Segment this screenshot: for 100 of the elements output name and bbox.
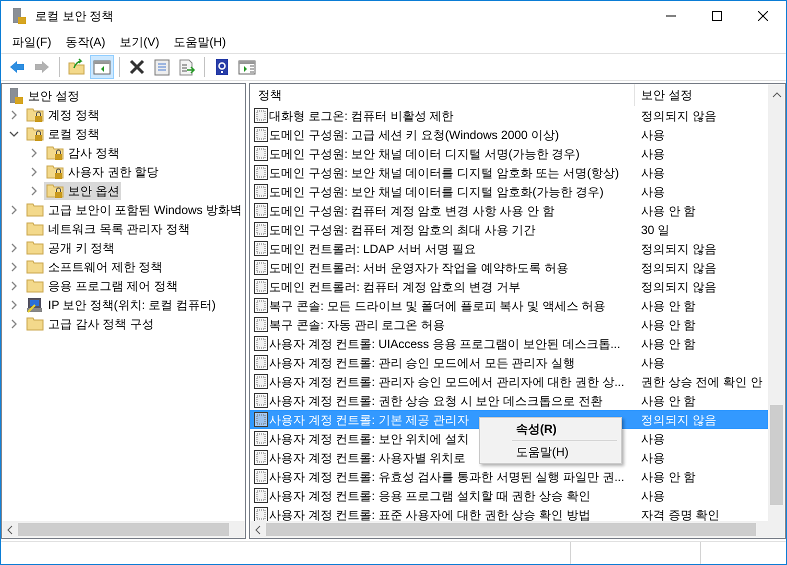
policy-name[interactable]: 도메인 컨트롤러: 서버 운영자가 작업을 예약하도록 허용 [269,258,568,276]
tree-item[interactable]: 고급 감사 정책 구성 [24,314,156,332]
menu-item[interactable]: 도움말(H) [166,31,233,53]
setting-value: 사용 [640,146,665,162]
delete-icon [128,58,146,76]
vertical-scrollbar[interactable] [768,84,785,521]
menu-item[interactable]: 도움말(H) [480,443,621,461]
policy-icon [254,469,268,484]
tree-item[interactable]: 감사 정책 [44,144,122,162]
setting-value: 사용 안 함 [640,392,696,410]
policy-icon [254,279,268,294]
menu-item[interactable]: 보기(V) [112,31,166,53]
setting-value: 사용 [640,126,665,144]
policy-icon [254,203,268,218]
policy-name[interactable]: 사용자 계정 컨트롤: 권한 상승 요청 시 보안 데스크톱으로 전환 [269,392,602,410]
policy-name[interactable]: 도메인 구성원: 컴퓨터 계정 암호 변경 사항 사용 안 함 [269,202,554,220]
policy-name[interactable]: 대화형 로그온: 컴퓨터 비활성 제한 [269,106,454,124]
policy-name[interactable]: 사용자 계정 컨트롤: 응용 프로그램 설치할 때 권한 상승 확인 [269,486,590,504]
setting-value: 사용 [640,164,665,182]
policy-icon [254,412,268,427]
setting-value: 사용 [640,430,665,448]
setting-value: 정의되지 않음 [640,278,716,296]
policy-name[interactable]: 사용자 계정 컨트롤: 사용자별 위치로 [269,448,466,466]
tree-item[interactable]: 고급 보안이 포함된 Windows 방화벽 [24,200,244,218]
scroll-thumb[interactable] [266,523,756,536]
tree-item[interactable]: 보안 옵션 [44,182,122,200]
forward-arrow-icon [33,58,51,76]
policy-name[interactable]: 사용자 계정 컨트롤: 관리자 승인 모드에서 관리자에 대한 권한 상... [269,372,624,390]
policy-name[interactable]: 사용자 계정 컨트롤: UIAccess 응용 프로그램이 보안된 데스크톱... [269,334,620,352]
policy-name[interactable]: 도메인 컨트롤러: 컴퓨터 계정 암호의 변경 거부 [269,278,520,296]
scroll-thumb[interactable] [770,405,783,505]
locked-folder-icon [26,107,44,122]
setting-value: 사용 안 함 [640,316,696,334]
tree-item[interactable]: 응용 프로그램 제어 정책 [24,276,180,294]
policy-name[interactable]: 복구 콘솔: 모든 드라이브 및 폴더에 플로피 복사 및 액세스 허용 [269,296,606,314]
console-tree-button[interactable] [90,55,114,79]
policy-icon [254,450,268,465]
tree-item[interactable]: IP 보안 정책(위치: 로컬 컴퓨터) [24,296,218,314]
policy-name[interactable]: 도메인 구성원: 보안 채널 데이터를 디지털 암호화 또는 서명(항상) [269,164,619,182]
policy-name[interactable]: 도메인 구성원: 보안 채널 데이터를 디지털 암호화(가능한 경우) [269,182,604,200]
policy-icon [254,260,268,275]
setting-value: 정의되지 않음 [640,240,716,258]
policy-icon [254,507,268,521]
policy-name[interactable]: 사용자 계정 컨트롤: 유효성 검사를 통과한 서명된 실행 파일만 권... [269,468,624,486]
policy-icon [254,241,268,256]
tree-item[interactable]: 소프트웨어 제한 정책 [24,258,165,276]
window-title: 로컬 보안 정책 [35,8,114,25]
policy-name[interactable]: 도메인 컨트롤러: LDAP 서버 서명 필요 [269,240,476,258]
action-pane-icon [238,58,256,76]
policy-name[interactable]: 사용자 계정 컨트롤: 관리 승인 모드에서 모든 관리자 실행 [269,354,576,372]
folder-icon [26,240,44,255]
policy-icon [254,146,268,161]
policy-icon [254,393,268,408]
policy-name[interactable]: 도메인 구성원: 보안 채널 데이터 디지털 서명(가능한 경우) [269,144,580,162]
setting-value: 30 일 [640,222,670,238]
tree-item[interactable]: 사용자 권한 할당 [44,162,161,180]
policy-name[interactable]: 사용자 계정 컨트롤: 보안 위치에 설치 [269,430,470,448]
menu-item[interactable]: 동작(A) [58,31,112,53]
folder-icon [26,202,44,217]
policy-name[interactable]: 도메인 구성원: 고급 세션 키 요청(Windows 2000 이상) [269,126,560,144]
close-icon [758,11,768,21]
locked-folder-icon [46,164,64,179]
scroll-thumb[interactable] [18,523,229,536]
policy-icon [254,431,268,446]
locked-folder-icon [26,126,44,141]
properties-icon [153,58,171,76]
policy-icon [254,298,268,313]
policy-icon [254,108,268,123]
setting-value: 사용 [640,354,665,372]
computer-icon [26,296,44,312]
tree-item[interactable]: 보안 설정 [28,86,80,104]
back-arrow-icon [8,58,26,76]
folder-icon [26,259,44,274]
policy-icon [254,222,268,237]
tree-item[interactable]: 로컬 정책 [24,124,102,142]
column-header[interactable]: 정책 [250,84,635,106]
horizontal-scrollbar[interactable] [2,521,245,538]
tree-item[interactable]: 계정 정책 [24,106,102,124]
policy-name[interactable]: 사용자 계정 컨트롤: 표준 사용자에 대한 권한 상승 확인 방법 [269,506,590,521]
export-list-icon [178,58,196,76]
setting-value: 정의되지 않음 [640,108,716,124]
column-header[interactable]: 보안 설정 [635,84,768,106]
horizontal-scrollbar[interactable] [250,521,785,538]
folder-icon [26,316,44,331]
policy-icon [254,184,268,199]
policy-icon [254,374,268,389]
policy-name[interactable]: 복구 콘솔: 자동 관리 로그온 허용 [269,316,446,334]
policy-name[interactable]: 도메인 구성원: 컴퓨터 계정 암호의 최대 사용 기간 [269,220,536,238]
menu-item[interactable]: 파일(F) [5,31,58,53]
tree-item[interactable]: 네트워크 목록 관리자 정책 [24,220,192,238]
setting-value: 사용 안 함 [640,202,696,220]
console-tree-icon [93,58,111,76]
setting-value: 사용 [640,488,665,504]
policy-icon [254,165,268,180]
tree-item[interactable]: 공개 키 정책 [24,238,117,256]
folder-icon [26,278,44,293]
policy-icon [254,355,268,370]
menu-item[interactable]: 속성(R) [480,420,621,438]
setting-value: 정의되지 않음 [640,412,716,428]
setting-value: 사용 [640,450,665,466]
